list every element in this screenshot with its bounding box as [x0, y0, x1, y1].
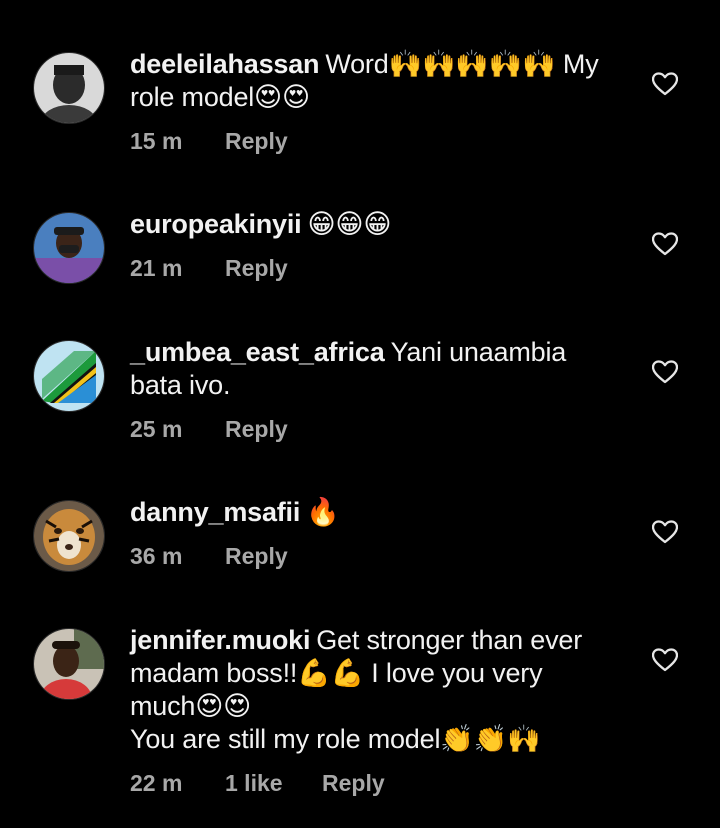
comment-timestamp: 22 m — [130, 770, 183, 796]
avatar[interactable] — [33, 500, 105, 572]
comment-line: 🔥 — [306, 497, 340, 527]
avatar[interactable] — [33, 52, 105, 124]
comment-body: deeleilahassan Word🙌🙌🙌🙌🙌 My role model😍😍 … — [130, 48, 600, 155]
avatar-image — [34, 213, 104, 283]
avatar[interactable] — [33, 628, 105, 700]
comment-text: danny_msafii 🔥 — [130, 496, 600, 529]
heart-outline-icon[interactable] — [652, 648, 678, 672]
avatar-image — [34, 53, 104, 123]
comment-line: much😍😍 — [130, 691, 252, 721]
avatar[interactable] — [33, 212, 105, 284]
comment-username[interactable]: europeakinyii — [130, 209, 302, 239]
comment-username[interactable]: deeleilahassan — [130, 49, 320, 79]
comment-text: deeleilahassan Word🙌🙌🙌🙌🙌 My role model😍😍 — [130, 48, 600, 114]
heart-outline-icon[interactable] — [652, 520, 678, 544]
comment-username[interactable]: danny_msafii — [130, 497, 300, 527]
avatar-image — [34, 629, 104, 699]
comment-text: jennifer.muoki Get stronger than ever mad… — [130, 624, 600, 756]
heart-outline-icon[interactable] — [652, 232, 678, 256]
comment-line: bata ivo. — [130, 370, 231, 400]
comment-text: _umbea_east_africa Yani unaambia bata ivo… — [130, 336, 600, 402]
comment-meta: 15 m Reply — [130, 128, 600, 155]
comment-username[interactable]: _umbea_east_africa — [130, 337, 385, 367]
comment-timestamp: 21 m — [130, 255, 183, 281]
comment-line: Yani unaambia — [390, 337, 567, 367]
avatar-image — [34, 341, 104, 411]
reply-button[interactable]: Reply — [225, 255, 288, 282]
comment-line: Word🙌🙌🙌🙌🙌 My — [325, 49, 599, 79]
heart-outline-icon[interactable] — [652, 360, 678, 384]
comment-line: 😁😁😁 — [307, 209, 392, 239]
comment-timestamp: 15 m — [130, 128, 183, 154]
comment-meta: 22 m 1 like Reply — [130, 770, 600, 797]
like-count[interactable]: 1 like — [225, 770, 322, 797]
comment-text: europeakinyii 😁😁😁 — [130, 208, 600, 241]
comment-timestamp: 36 m — [130, 543, 183, 569]
heart-outline-icon[interactable] — [652, 72, 678, 96]
comment-body: _umbea_east_africa Yani unaambia bata ivo… — [130, 336, 600, 443]
comment-timestamp: 25 m — [130, 416, 183, 442]
comment-line: Get stronger than ever — [316, 625, 582, 655]
comment-username[interactable]: jennifer.muoki — [130, 625, 310, 655]
comment-meta: 25 m Reply — [130, 416, 600, 443]
comment-line: madam boss!!💪💪 I love you very — [130, 658, 543, 688]
reply-button[interactable]: Reply — [225, 543, 288, 570]
reply-button[interactable]: Reply — [225, 416, 288, 443]
comment-line: role model😍😍 — [130, 82, 310, 112]
comment-line: You are still my role model👏👏🙌 — [130, 724, 541, 754]
comment-meta: 36 m Reply — [130, 543, 600, 570]
comment-body: europeakinyii 😁😁😁 21 m Reply — [130, 208, 600, 282]
comment-meta: 21 m Reply — [130, 255, 600, 282]
comment-body: jennifer.muoki Get stronger than ever mad… — [130, 624, 600, 797]
avatar[interactable] — [33, 340, 105, 412]
reply-button[interactable]: Reply — [225, 128, 288, 155]
reply-button[interactable]: Reply — [322, 770, 385, 797]
comment-body: danny_msafii 🔥 36 m Reply — [130, 496, 600, 570]
avatar-image — [34, 501, 104, 571]
